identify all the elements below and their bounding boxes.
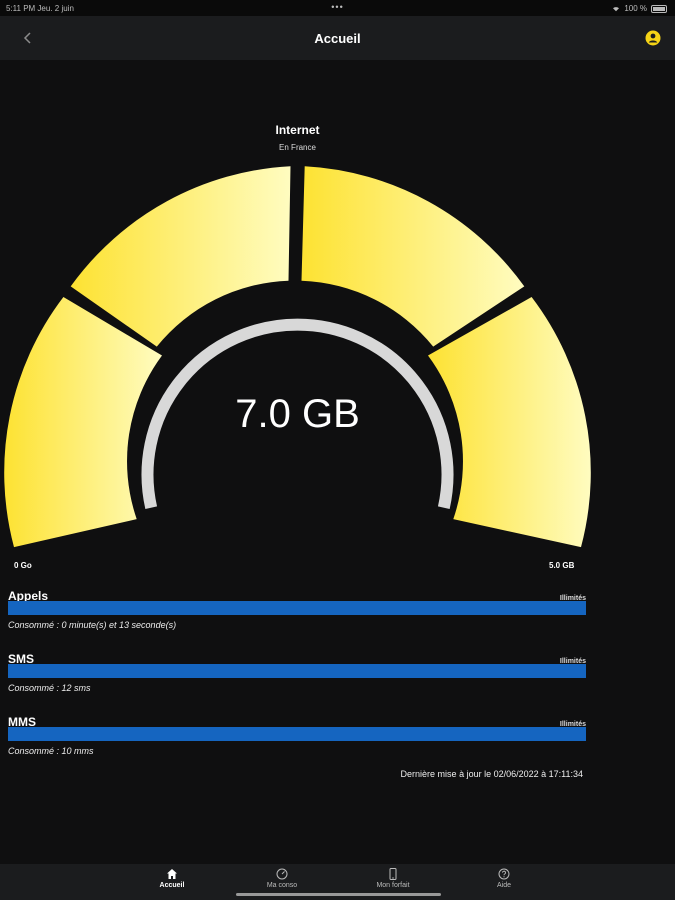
tab-ma-conso[interactable]: Ma conso — [242, 868, 322, 889]
tab-label: Ma conso — [266, 882, 298, 889]
battery-percentage: 100 % — [624, 4, 647, 13]
page-title: Accueil — [314, 30, 361, 46]
status-bar: 5:11 PM Jeu. 2 juin ••• 100 % — [0, 0, 675, 16]
usage-consumed: Consommé : 0 minute(s) et 13 seconde(s) — [8, 620, 177, 630]
tab-aide[interactable]: Aide — [464, 868, 544, 889]
battery-icon — [651, 4, 667, 13]
last-update-text: Dernière mise à jour le 02/06/2022 à 17:… — [400, 769, 583, 779]
usage-bar — [8, 727, 586, 741]
gauge-segment-2 — [70, 166, 291, 347]
tab-label: Mon forfait — [376, 882, 410, 889]
home-indicator[interactable] — [236, 893, 441, 896]
gauge-icon — [276, 868, 288, 880]
app-header: Accueil — [0, 16, 675, 60]
tab-mon-forfait[interactable]: Mon forfait — [353, 868, 433, 889]
gauge-min-label: 0 Go — [14, 561, 32, 570]
status-multitask-dots: ••• — [331, 2, 344, 12]
tab-accueil[interactable]: Accueil — [132, 868, 212, 889]
usage-consumed: Consommé : 10 mms — [8, 746, 94, 756]
wifi-icon — [613, 6, 620, 11]
help-icon — [498, 868, 510, 880]
status-right: 100 % — [612, 4, 667, 13]
usage-bar — [8, 601, 586, 615]
data-usage-gauge — [4, 166, 591, 548]
tab-label: Aide — [496, 882, 511, 889]
gauge-max-label: 5.0 GB — [549, 561, 575, 570]
tab-label: Accueil — [159, 882, 185, 889]
gauge-segments — [4, 166, 591, 548]
usage-consumed: Consommé : 12 sms — [8, 683, 91, 693]
home-icon — [167, 869, 177, 879]
usage-bar — [8, 664, 586, 678]
user-circle-icon[interactable] — [645, 30, 661, 46]
gauge-segment-3 — [301, 166, 525, 347]
chevron-left-icon[interactable] — [18, 26, 38, 50]
gauge-value: 7.0 GB — [235, 392, 360, 436]
gauge-title: Internet — [275, 123, 320, 137]
phone-icon — [389, 868, 397, 880]
